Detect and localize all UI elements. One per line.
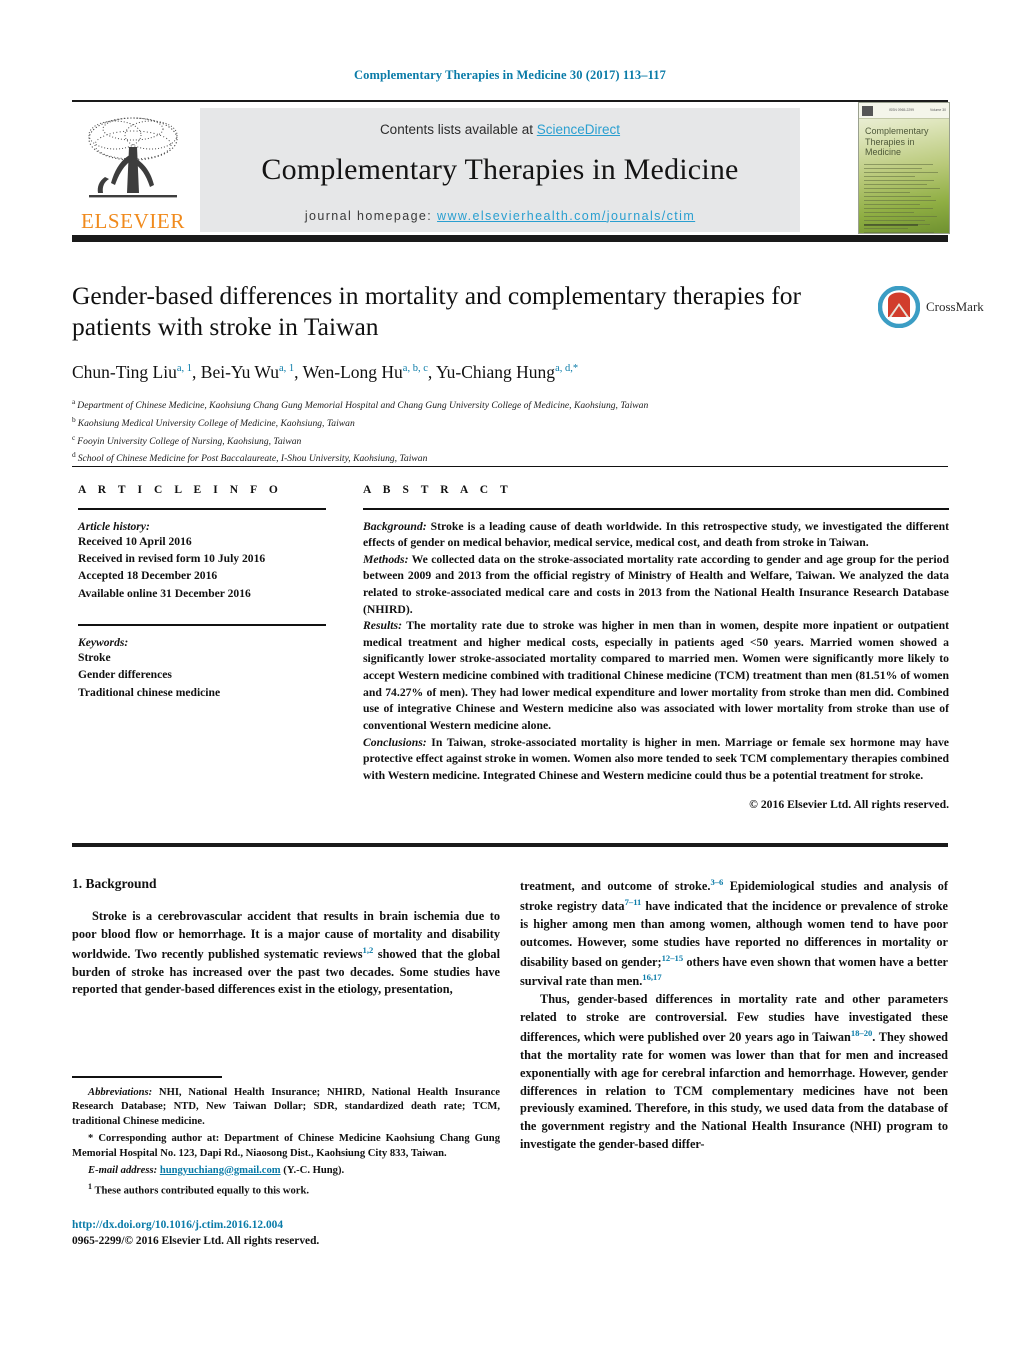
- journal-cover-thumbnail[interactable]: ISSN 0965-2299 Volume 30 Complementary T…: [858, 102, 950, 234]
- abstract-text-methods: We collected data on the stroke-associat…: [363, 552, 949, 616]
- abstract-block: A B S T R A C T Background: Stroke is a …: [363, 484, 949, 811]
- article-history-item: Available online 31 December 2016: [78, 586, 251, 600]
- footnote-block: Abbreviations: NHI, National Health Insu…: [72, 1076, 500, 1250]
- cover-title-line-2: Therapies in: [865, 136, 915, 147]
- section-heading-background: 1. Background: [72, 876, 157, 891]
- abstract-text-results: The mortality rate due to stroke was hig…: [363, 619, 949, 732]
- title-block: Gender-based differences in mortality an…: [72, 280, 984, 467]
- sciencedirect-link[interactable]: ScienceDirect: [537, 122, 620, 137]
- issn-copyright-line: 0965-2299/© 2016 Elsevier Ltd. All right…: [72, 1235, 320, 1248]
- article-history-item: Received 10 April 2016: [78, 534, 192, 548]
- affiliation-text: Fooyin University College of Nursing, Ka…: [77, 435, 302, 447]
- abstract-label-conclusions: Conclusions:: [363, 735, 427, 749]
- keywords-divider: [78, 624, 326, 626]
- cover-topbar: ISSN 0965-2299 Volume 30: [859, 103, 949, 119]
- body-column-left: 1. Background Stroke is a cerebrovascula…: [72, 876, 500, 999]
- abstract-label-methods: Methods:: [363, 552, 409, 566]
- corresponding-author-text: Corresponding author at: Department of C…: [72, 1133, 500, 1159]
- journal-homepage-link[interactable]: www.elsevierhealth.com/journals/ctim: [437, 209, 695, 223]
- contents-prefix: Contents lists available at: [379, 121, 537, 137]
- keyword-item: Stroke: [78, 650, 111, 664]
- affiliation-mark: c: [72, 432, 76, 442]
- abbreviations-label: Abbreviations:: [88, 1086, 153, 1098]
- abstract-divider: [363, 508, 949, 510]
- abstract-paragraph-methods: Methods: We collected data on the stroke…: [363, 552, 949, 618]
- abstract-top-rule: [72, 466, 948, 467]
- article-history-item: Accepted 18 December 2016: [78, 569, 218, 583]
- affiliation-mark: d: [72, 450, 76, 460]
- body-column-right: treatment, and outcome of stroke.3–6 Epi…: [520, 876, 948, 1154]
- cover-toc-lines: [859, 158, 949, 233]
- affiliation-text: Kaohsiung Medical University College of …: [77, 418, 355, 430]
- masthead-band: Contents lists available at ScienceDirec…: [200, 108, 800, 232]
- abstract-heading: A B S T R A C T: [363, 484, 513, 496]
- contents-line: Contents lists available at ScienceDirec…: [380, 122, 620, 137]
- doi-link[interactable]: http://dx.doi.org/10.1016/j.ctim.2016.12…: [72, 1217, 500, 1234]
- masthead-rule-top: [72, 100, 948, 102]
- journal-homepage-line: journal homepage: www.elsevierhealth.com…: [305, 209, 695, 223]
- author-list: Chun-Ting Liua, 1, Bei-Yu Wua, 1, Wen-Lo…: [72, 362, 579, 383]
- journal-masthead: ELSEVIER Contents lists available at Sci…: [72, 100, 950, 240]
- page-title: Gender-based differences in mortality an…: [72, 281, 802, 342]
- affiliation-text: School of Chinese Medicine for Post Bacc…: [77, 453, 428, 465]
- abstract-label-results: Results:: [363, 619, 402, 633]
- affiliation-mark: a: [72, 397, 76, 407]
- cover-title: Complementary Therapies in Medicine: [859, 119, 949, 158]
- article-history-label: Article history:: [78, 519, 150, 533]
- crossmark-icon: [878, 286, 920, 328]
- journal-title: Complementary Therapies in Medicine: [261, 152, 739, 186]
- affiliation-list: a Department of Chinese Medicine, Kaohsiu…: [72, 396, 948, 467]
- elsevier-wordmark: ELSEVIER: [81, 209, 185, 233]
- cover-footer-lines: [864, 224, 944, 228]
- article-info-block: A R T I C L E I N F O Article history: R…: [78, 484, 343, 701]
- keyword-item: Traditional chinese medicine: [78, 685, 221, 699]
- affiliation-item: d School of Chinese Medicine for Post Bac…: [72, 449, 948, 467]
- article-info-heading: A R T I C L E I N F O: [78, 484, 283, 496]
- affiliation-item: c Fooyin University College of Nursing, K…: [72, 432, 948, 450]
- affiliation-item: a Department of Chinese Medicine, Kaohsiu…: [72, 396, 948, 414]
- journal-article-page: Complementary Therapies in Medicine 30 (…: [0, 0, 1020, 1351]
- abstract-paragraph-results: Results: The mortality rate due to strok…: [363, 618, 949, 734]
- cover-publisher-mark-icon: [862, 105, 873, 116]
- body-paragraph: Stroke is a cerebrovascular accident tha…: [72, 909, 500, 997]
- cover-volume-text: Volume 30: [929, 107, 946, 112]
- homepage-label: journal homepage:: [304, 208, 438, 223]
- elsevier-tree-icon: [88, 117, 178, 198]
- email-label: E-mail address:: [88, 1164, 158, 1176]
- email-link[interactable]: hungyuchiang@gmail.com: [160, 1165, 281, 1176]
- body-paragraph: Thus, gender-based differences in mortal…: [520, 992, 948, 1152]
- abstract-copyright: © 2016 Elsevier Ltd. All rights reserved…: [749, 798, 949, 812]
- abstract-label-background: Background:: [363, 519, 427, 533]
- crossmark-label: CrossMark: [926, 299, 984, 314]
- elsevier-logo: ELSEVIER: [72, 108, 194, 232]
- title-top-rule: [72, 237, 948, 242]
- affiliation-mark: b: [72, 414, 76, 424]
- footnote-equal-contribution: 1 These authors contributed equally to t…: [72, 1181, 500, 1199]
- footnote-corresponding-author: * Corresponding author at: Department of…: [72, 1132, 500, 1162]
- affiliation-text: Department of Chinese Medicine, Kaohsiun…: [77, 400, 649, 412]
- article-history-item: Received in revised form 10 July 2016: [78, 551, 266, 565]
- keywords-label: Keywords:: [78, 635, 129, 649]
- equal-contrib-text: These authors contributed equally to thi…: [92, 1185, 309, 1197]
- keyword-item: Gender differences: [78, 668, 172, 682]
- abstract-text-background: Stroke is a leading cause of death world…: [363, 519, 949, 550]
- footnote-abbreviations: Abbreviations: NHI, National Health Insu…: [72, 1086, 500, 1130]
- footnote-email: E-mail address: hungyuchiang@gmail.com (…: [72, 1164, 500, 1179]
- cover-topbar-text: ISSN 0965-2299: [888, 107, 915, 112]
- running-head: Complementary Therapies in Medicine 30 (…: [354, 68, 666, 82]
- body-paragraph: treatment, and outcome of stroke.3–6 Epi…: [520, 877, 949, 989]
- body-top-rule: [72, 843, 948, 847]
- abstract-text-conclusions: In Taiwan, stroke-associated mortality i…: [363, 735, 949, 782]
- crossmark-badge[interactable]: CrossMark: [878, 284, 998, 330]
- cover-title-line-1: Complementary: [865, 126, 929, 136]
- cover-title-line-3: Medicine: [865, 147, 902, 158]
- affiliation-item: b Kaohsiung Medical University College of…: [72, 414, 948, 432]
- footnote-divider: [72, 1076, 222, 1078]
- abstract-paragraph-conclusions: Conclusions: In Taiwan, stroke-associate…: [363, 735, 949, 785]
- email-owner: (Y.-C. Hung).: [280, 1164, 345, 1176]
- article-info-divider: [78, 508, 326, 510]
- abstract-paragraph-background: Background: Stroke is a leading cause of…: [363, 519, 949, 552]
